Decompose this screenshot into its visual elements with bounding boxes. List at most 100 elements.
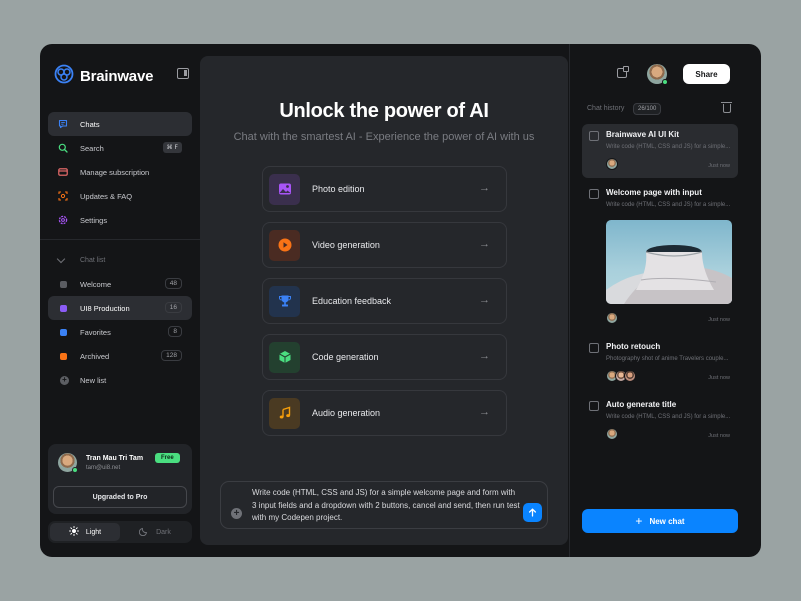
- feature-video-generation[interactable]: Video generation →: [262, 222, 507, 268]
- plus-icon: +: [635, 514, 643, 528]
- history-checkbox[interactable]: [589, 343, 599, 353]
- history-time: Just now: [708, 163, 730, 169]
- chat-list-header[interactable]: Chat list: [48, 248, 192, 272]
- history-item[interactable]: Welcome page with input Write code (HTML…: [582, 182, 738, 332]
- theme-light-label: Light: [85, 528, 102, 536]
- nav-label: Manage subscription: [80, 167, 150, 177]
- upgrade-button[interactable]: Upgraded to Pro: [53, 486, 187, 508]
- trash-icon[interactable]: [721, 102, 732, 113]
- theme-light-button[interactable]: Light: [50, 523, 120, 541]
- history-checkbox[interactable]: [589, 401, 599, 411]
- chat-list-label: UI8 Production: [80, 303, 130, 313]
- chat-count-badge: 48: [164, 278, 182, 289]
- cube-icon: [269, 341, 300, 373]
- folder-color-swatch: [60, 352, 67, 360]
- history-title: Auto generate title: [606, 400, 677, 409]
- history-checkbox[interactable]: [589, 189, 599, 199]
- online-status-dot: [72, 467, 78, 473]
- history-desc: Write code (HTML, CSS and JS) for a simp…: [606, 144, 731, 150]
- gear-icon: [58, 215, 68, 225]
- message-input[interactable]: Write code (HTML, CSS and JS) for a simp…: [252, 487, 520, 525]
- chat-count-badge: 16: [164, 302, 182, 313]
- nav-item-manage-subscription[interactable]: Manage subscription: [48, 160, 192, 184]
- avatar: [606, 158, 618, 170]
- attach-plus-icon[interactable]: +: [231, 508, 242, 519]
- new-list-button[interactable]: + New list: [48, 368, 192, 392]
- play-icon: [269, 229, 300, 261]
- nav-label: Chats: [80, 119, 100, 129]
- scan-icon: [58, 191, 68, 201]
- theme-toggle: Light Dark: [48, 521, 192, 543]
- history-time: Just now: [708, 375, 730, 381]
- history-desc: Write code (HTML, CSS and JS) for a simp…: [606, 414, 731, 420]
- feature-label: Code generation: [312, 352, 379, 362]
- history-item[interactable]: Photo retouch Photography shot of anime …: [582, 336, 738, 390]
- chat-count-badge: 8: [168, 326, 182, 337]
- theme-dark-label: Dark: [156, 528, 171, 536]
- avatar[interactable]: [58, 453, 78, 473]
- nav-label: Updates & FAQ: [80, 191, 133, 201]
- main-nav: Chats Search ⌘ F Manage subscription Upd…: [48, 112, 192, 232]
- history-title: Brainwave AI UI Kit: [606, 130, 680, 139]
- nav-item-settings[interactable]: Settings: [48, 208, 192, 232]
- history-item[interactable]: Brainwave AI UI Kit Write code (HTML, CS…: [582, 124, 738, 178]
- chat-list-label: Favorites: [80, 327, 111, 337]
- online-status-dot: [662, 79, 668, 85]
- chat-list-title: Chat list: [80, 256, 106, 264]
- chat-list-label: Welcome: [80, 279, 112, 289]
- arrow-right-icon: →: [479, 238, 490, 250]
- chat-list: Chat list Welcome 48 UI8 Production 16 F…: [48, 248, 192, 392]
- nav-item-chats[interactable]: Chats: [48, 112, 192, 136]
- sidebar-divider: [40, 239, 200, 240]
- sun-icon: [68, 526, 79, 538]
- history-title: Welcome page with input: [606, 188, 702, 197]
- new-window-icon[interactable]: [617, 66, 629, 78]
- arrow-right-icon: →: [479, 182, 490, 194]
- moon-icon: [139, 526, 149, 538]
- folder-color-swatch: [60, 304, 67, 312]
- trophy-icon: [269, 285, 300, 317]
- app-window: Brainwave Chats Search ⌘ F Manage subscr…: [40, 44, 761, 557]
- history-time: Just now: [708, 433, 730, 439]
- history-time: Just now: [708, 317, 730, 323]
- share-button[interactable]: Share: [683, 64, 730, 84]
- plus-circle-icon: +: [60, 375, 69, 385]
- folder-color-swatch: [60, 280, 67, 288]
- music-note-icon: [269, 397, 300, 429]
- arrow-right-icon: →: [479, 406, 490, 418]
- page-subtitle: Chat with the smartest AI - Experience t…: [233, 131, 535, 143]
- send-button[interactable]: [523, 503, 542, 522]
- history-item[interactable]: Auto generate title Write code (HTML, CS…: [582, 394, 738, 448]
- chat-list-item-welcome[interactable]: Welcome 48: [48, 272, 192, 296]
- right-panel: Share Chat history 26/100 Brainwave AI U…: [569, 44, 761, 557]
- chat-list-item-archived[interactable]: Archived 128: [48, 344, 192, 368]
- chat-list-item-ui8-production[interactable]: UI8 Production 16: [48, 296, 192, 320]
- message-composer[interactable]: + Write code (HTML, CSS and JS) for a si…: [220, 481, 548, 529]
- credit-card-icon: [58, 167, 68, 177]
- history-thumbnail-image[interactable]: [606, 220, 732, 304]
- arrow-right-icon: →: [479, 294, 490, 306]
- chat-bubble-icon: [58, 119, 68, 129]
- history-desc: Photography shot of anime Travelers coup…: [606, 356, 729, 362]
- feature-code-generation[interactable]: Code generation →: [262, 334, 507, 380]
- new-chat-button[interactable]: + New chat: [582, 509, 738, 533]
- feature-audio-generation[interactable]: Audio generation →: [262, 390, 507, 436]
- sidebar: Brainwave Chats Search ⌘ F Manage subscr…: [40, 44, 200, 557]
- feature-label: Education feedback: [312, 296, 392, 306]
- nav-label: Settings: [80, 215, 108, 225]
- image-icon: [269, 173, 300, 205]
- new-chat-label: New chat: [649, 516, 685, 526]
- feature-label: Photo edition: [312, 184, 365, 194]
- chat-list-item-favorites[interactable]: Favorites 8: [48, 320, 192, 344]
- feature-education-feedback[interactable]: Education feedback →: [262, 278, 507, 324]
- feature-photo-edition[interactable]: Photo edition →: [262, 166, 507, 212]
- nav-item-updates-faq[interactable]: Updates & FAQ: [48, 184, 192, 208]
- sidebar-toggle-icon[interactable]: [177, 68, 189, 79]
- theme-dark-button[interactable]: Dark: [120, 523, 190, 541]
- history-checkbox[interactable]: [589, 131, 599, 141]
- brand[interactable]: Brainwave: [54, 64, 153, 89]
- search-shortcut-badge: ⌘ F: [162, 142, 182, 153]
- avatar[interactable]: [647, 64, 668, 85]
- feature-label: Video generation: [312, 240, 380, 250]
- nav-item-search[interactable]: Search ⌘ F: [48, 136, 192, 160]
